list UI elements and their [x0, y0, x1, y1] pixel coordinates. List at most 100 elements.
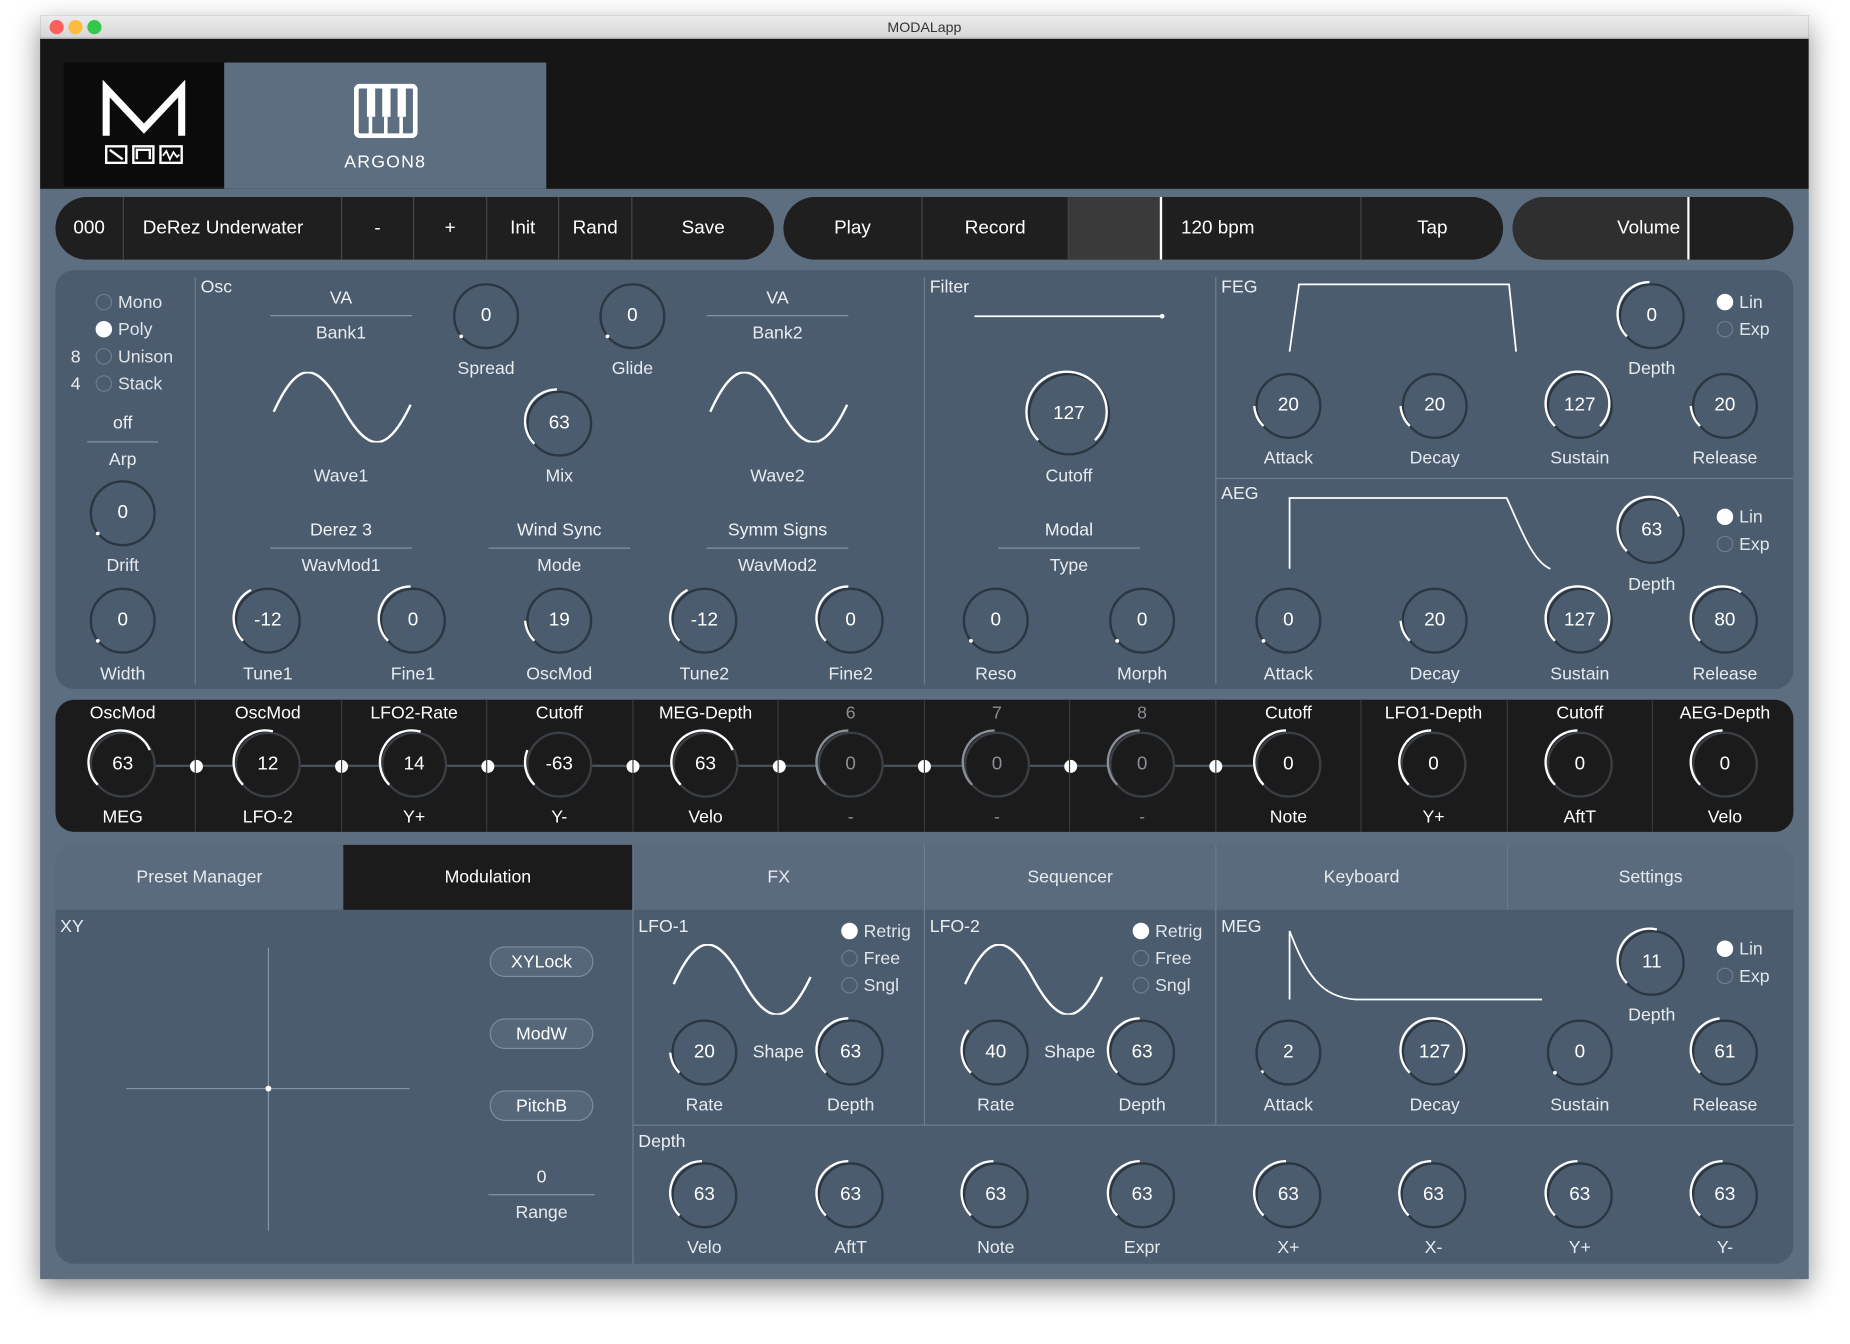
drift-knob[interactable]: 0: [89, 480, 156, 547]
mod-slot-dest[interactable]: Cutoff: [1218, 703, 1360, 723]
volume-slider[interactable]: Volume: [1512, 197, 1794, 260]
feg-decay-knob[interactable]: 20: [1399, 372, 1468, 439]
wavmod1-value[interactable]: Derez 3: [270, 520, 412, 540]
mod-slot-dest[interactable]: LFO2-Rate: [343, 703, 485, 723]
width-knob[interactable]: 0: [89, 587, 156, 654]
modal-logo[interactable]: M: [63, 62, 225, 187]
aeg-release-knob[interactable]: 80: [1689, 585, 1758, 654]
aeg-lin[interactable]: Lin: [1716, 507, 1763, 527]
aeg-attack-knob[interactable]: 0: [1255, 587, 1322, 654]
mod-slot-amount-knob[interactable]: 12: [232, 729, 301, 798]
depth-x-knob[interactable]: 63: [1398, 1159, 1467, 1229]
aeg-depth-knob[interactable]: 63: [1616, 495, 1685, 565]
mod-slot-amount-knob[interactable]: 0: [1544, 729, 1613, 798]
meg-lin-radio[interactable]: [1716, 940, 1734, 957]
tab-fx[interactable]: FX: [632, 844, 924, 910]
preset-number[interactable]: 000: [55, 197, 124, 260]
mod-slot-amount-knob[interactable]: 14: [378, 729, 448, 798]
pitchb-button[interactable]: PitchB: [489, 1090, 594, 1121]
tab-settings[interactable]: Settings: [1506, 844, 1794, 910]
xylock-button[interactable]: XYLock: [489, 946, 594, 978]
mod-slot-amount-knob[interactable]: 0: [961, 729, 1031, 798]
feg-exp-radio[interactable]: [1716, 320, 1734, 338]
oscmod-knob[interactable]: 19: [523, 587, 593, 654]
mod-slot-source[interactable]: MEG: [52, 807, 194, 827]
preset-prev-button[interactable]: -: [342, 197, 415, 260]
mode-stack[interactable]: Stack: [95, 374, 162, 394]
aeg-lin-radio[interactable]: [1716, 508, 1734, 526]
mod-slot-source[interactable]: Y+: [343, 807, 485, 827]
aeg-exp-radio[interactable]: [1716, 535, 1734, 553]
preset-name[interactable]: DeRez Underwater: [124, 197, 343, 260]
lfo1-shape-display[interactable]: [671, 943, 815, 1015]
mod-slot-amount-knob[interactable]: 0: [1689, 729, 1758, 798]
mod-slot-source[interactable]: Y-: [488, 807, 630, 827]
glide-knob[interactable]: 0: [599, 283, 666, 350]
lfo2-sngl-radio[interactable]: [1132, 977, 1150, 994]
tempo-value[interactable]: 120 bpm: [1162, 197, 1362, 260]
xy-pad[interactable]: [126, 947, 413, 1231]
mode-value[interactable]: Wind Sync: [488, 520, 630, 540]
meg-release-knob[interactable]: 61: [1689, 1017, 1758, 1086]
unison-count[interactable]: 8: [71, 347, 81, 367]
aeg-exp[interactable]: Exp: [1716, 535, 1770, 555]
wave2-display[interactable]: [708, 371, 850, 443]
fine2-knob[interactable]: 0: [815, 585, 884, 654]
meg-exp[interactable]: Exp: [1716, 966, 1770, 986]
mode-poly-radio[interactable]: [95, 320, 113, 338]
argon8-tab[interactable]: ARGON8: [224, 62, 547, 189]
spread-knob[interactable]: 0: [453, 283, 520, 350]
feg-release-knob[interactable]: 20: [1689, 372, 1758, 439]
lfo1-free[interactable]: Free: [841, 949, 900, 969]
lfo2-depth-knob[interactable]: 63: [1106, 1017, 1176, 1086]
mod-slot-dest[interactable]: 8: [1071, 703, 1213, 723]
mod-slot-amount-knob[interactable]: 63: [670, 729, 739, 798]
modw-button[interactable]: ModW: [489, 1018, 594, 1050]
depth-expr-knob[interactable]: 63: [1106, 1159, 1176, 1229]
wave1-display[interactable]: [271, 371, 413, 443]
lfo1-retrig-radio[interactable]: [841, 922, 858, 940]
mode-unison[interactable]: Unison: [95, 347, 173, 367]
depth-aftt-knob[interactable]: 63: [815, 1159, 884, 1229]
save-button[interactable]: Save: [632, 197, 774, 260]
mod-slot-source[interactable]: LFO-2: [197, 807, 339, 827]
mod-slot-source[interactable]: AftT: [1509, 807, 1651, 827]
mode-unison-radio[interactable]: [95, 348, 113, 365]
record-button[interactable]: Record: [923, 197, 1069, 260]
feg-depth-knob[interactable]: 0: [1616, 280, 1685, 350]
arp-value[interactable]: off: [52, 413, 194, 433]
meg-decay-knob[interactable]: 127: [1399, 1017, 1468, 1086]
init-button[interactable]: Init: [487, 197, 560, 260]
range-value[interactable]: 0: [471, 1167, 613, 1187]
depth-x-knob[interactable]: 63: [1253, 1159, 1322, 1229]
lfo1-free-radio[interactable]: [841, 949, 858, 967]
mod-slot-dest[interactable]: 6: [780, 703, 922, 723]
tab-sequencer[interactable]: Sequencer: [923, 844, 1216, 910]
mod-slot-amount-knob[interactable]: 0: [1106, 729, 1176, 798]
aeg-sustain-knob[interactable]: 127: [1544, 585, 1613, 654]
depth-y-knob[interactable]: 63: [1544, 1159, 1613, 1229]
mode-poly[interactable]: Poly: [95, 320, 152, 340]
mod-slot-amount-knob[interactable]: 0: [815, 729, 884, 798]
bank2-value[interactable]: VA: [707, 288, 849, 308]
mode-stack-radio[interactable]: [95, 375, 113, 392]
lfo1-depth-knob[interactable]: 63: [815, 1017, 884, 1086]
mod-slot-source[interactable]: -: [780, 807, 922, 827]
lfo2-free[interactable]: Free: [1132, 949, 1191, 969]
filter-type-value[interactable]: Modal: [998, 520, 1140, 540]
bank1-value[interactable]: VA: [270, 288, 412, 308]
lfo2-shape-display[interactable]: [963, 943, 1107, 1015]
stack-count[interactable]: 4: [71, 374, 81, 394]
feg-sustain-knob[interactable]: 127: [1544, 370, 1613, 439]
feg-lin-radio[interactable]: [1716, 293, 1734, 311]
fine1-knob[interactable]: 0: [377, 585, 446, 654]
mod-slot-dest[interactable]: 7: [926, 703, 1068, 723]
meg-depth-knob[interactable]: 11: [1616, 927, 1685, 996]
mod-slot-dest[interactable]: LFO1-Depth: [1363, 703, 1505, 723]
meg-sustain-knob[interactable]: 0: [1546, 1019, 1613, 1086]
mod-slot-source[interactable]: Y+: [1363, 807, 1505, 827]
preset-next-button[interactable]: +: [414, 197, 488, 260]
feg-exp[interactable]: Exp: [1716, 320, 1770, 340]
lfo2-free-radio[interactable]: [1132, 949, 1150, 967]
cutoff-knob[interactable]: 127: [1025, 370, 1111, 456]
